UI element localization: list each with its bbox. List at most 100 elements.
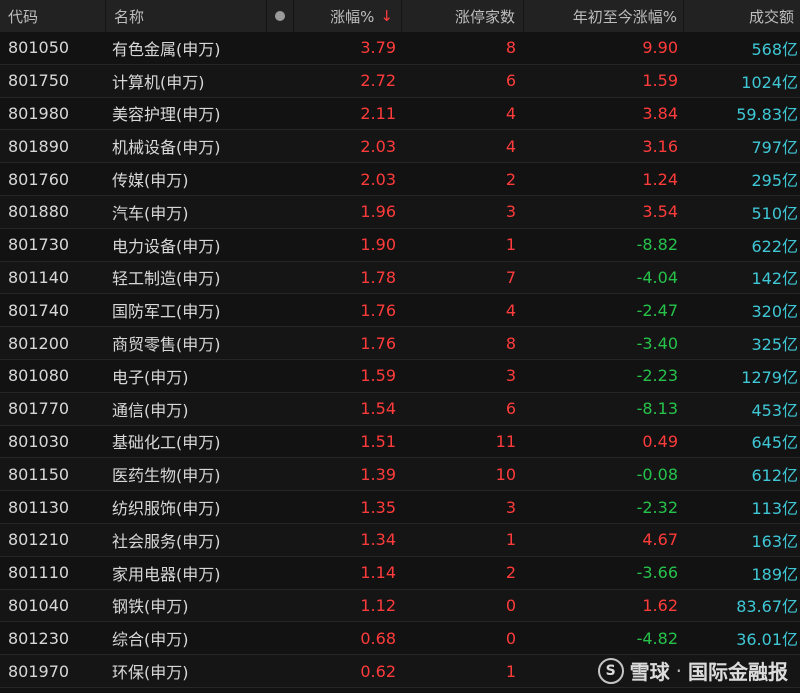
column-header-change[interactable]: 涨幅% ↓ <box>294 0 402 32</box>
cell-volume: 1024亿 <box>741 72 798 92</box>
cell-volume: 510亿 <box>751 203 798 223</box>
cell-volume: 83.67亿 <box>736 597 798 617</box>
cell-volume: 36.01亿 <box>736 630 798 650</box>
cell-volume: 163亿 <box>751 531 798 551</box>
cell-ytd: -2.47 <box>636 300 678 320</box>
cell-change: 1.54 <box>360 399 396 419</box>
cell-change: 0.68 <box>360 628 396 648</box>
table-row[interactable]: 801030 基础化工(申万) 1.51 11 0.49 645亿 <box>0 425 800 459</box>
table-row[interactable]: 801740 国防军工(申万) 1.76 4 -2.47 320亿 <box>0 294 800 328</box>
cell-volume: 325亿 <box>751 335 798 355</box>
table-row[interactable]: 801050 有色金属(申万) 3.79 8 9.90 568亿 <box>0 32 800 65</box>
column-header-name[interactable]: 名称 <box>106 0 267 32</box>
column-toggle[interactable] <box>267 0 294 32</box>
cell-code: 801770 <box>8 399 70 419</box>
cell-limit-up: 0 <box>505 595 516 615</box>
cell-ytd: 1.24 <box>642 169 678 189</box>
table-row[interactable]: 801210 社会服务(申万) 1.34 1 4.67 163亿 <box>0 523 800 557</box>
watermark-separator: · <box>675 658 682 683</box>
cell-change: 1.14 <box>360 563 396 583</box>
cell-volume: 568亿 <box>751 39 798 59</box>
cell-change: 1.39 <box>360 464 396 484</box>
cell-limit-up: 1 <box>505 235 516 255</box>
table-row[interactable]: 801110 家用电器(申万) 1.14 2 -3.66 189亿 <box>0 556 800 590</box>
table-row[interactable]: 801980 美容护理(申万) 2.11 4 3.84 59.83亿 <box>0 97 800 131</box>
cell-change: 1.51 <box>360 431 396 451</box>
cell-change: 1.12 <box>360 595 396 615</box>
table-row[interactable]: 801200 商贸零售(申万) 1.76 8 -3.40 325亿 <box>0 327 800 360</box>
cell-name: 环保(申万) <box>112 663 189 683</box>
cell-code: 801210 <box>8 530 70 550</box>
table-row[interactable]: 801730 电力设备(申万) 1.90 1 -8.82 622亿 <box>0 228 800 262</box>
cell-code: 801080 <box>8 366 70 386</box>
table-row[interactable]: 801080 电子(申万) 1.59 3 -2.23 1279亿 <box>0 359 800 393</box>
cell-name: 传媒(申万) <box>112 171 189 191</box>
cell-change: 1.76 <box>360 300 396 320</box>
table-row[interactable]: 801760 传媒(申万) 2.03 2 1.24 295亿 <box>0 163 800 196</box>
table-row[interactable]: 801770 通信(申万) 1.54 6 -8.13 453亿 <box>0 392 800 426</box>
cell-change: 3.79 <box>360 38 396 58</box>
table-row[interactable]: 801230 综合(申万) 0.68 0 -4.82 36.01亿 <box>0 622 800 656</box>
cell-ytd: -2.23 <box>636 366 678 386</box>
column-header-limit-up-label: 涨停家数 <box>454 7 515 26</box>
cell-name: 基础化工(申万) <box>112 433 221 453</box>
sort-desc-icon: ↓ <box>380 7 393 25</box>
cell-ytd: 0.49 <box>642 431 678 451</box>
cell-name: 电子(申万) <box>112 367 189 387</box>
cell-name: 汽车(申万) <box>112 203 189 223</box>
cell-limit-up: 4 <box>505 300 516 320</box>
cell-name: 纺织服饰(申万) <box>112 499 221 519</box>
cell-name: 综合(申万) <box>112 630 189 650</box>
cell-code: 801110 <box>8 563 70 583</box>
cell-name: 社会服务(申万) <box>112 531 221 551</box>
cell-ytd: 9.90 <box>642 38 678 58</box>
cell-limit-up: 11 <box>495 431 516 451</box>
cell-change: 1.78 <box>360 267 396 287</box>
cell-change: 2.03 <box>360 136 396 156</box>
table-row[interactable]: 801880 汽车(申万) 1.96 3 3.54 510亿 <box>0 195 800 229</box>
watermark: S 雪球 · 国际金融报 <box>597 656 788 685</box>
cell-change: 1.76 <box>360 333 396 353</box>
table-row[interactable]: 801040 钢铁(申万) 1.12 0 1.62 83.67亿 <box>0 589 800 623</box>
cell-volume: 453亿 <box>751 400 798 420</box>
table-row[interactable]: 801130 纺织服饰(申万) 1.35 3 -2.32 113亿 <box>0 491 800 524</box>
column-header-limit-up[interactable]: 涨停家数 <box>402 0 524 32</box>
cell-volume: 59.83亿 <box>736 105 798 125</box>
table-row[interactable]: 801750 计算机(申万) 2.72 6 1.59 1024亿 <box>0 64 800 98</box>
column-header-code[interactable]: 代码 <box>0 0 106 32</box>
cell-ytd: -8.82 <box>636 235 678 255</box>
cell-code: 801130 <box>8 497 70 517</box>
table-row[interactable]: 801150 医药生物(申万) 1.39 10 -0.08 612亿 <box>0 458 800 492</box>
column-header-change-label: 涨幅% <box>330 7 375 26</box>
column-header-volume[interactable]: 成交额 <box>684 0 800 32</box>
cell-code: 801230 <box>8 628 70 648</box>
column-header-volume-label: 成交额 <box>748 7 794 26</box>
cell-change: 1.96 <box>360 202 396 222</box>
cell-code: 801730 <box>8 235 70 255</box>
industry-table: 代码 名称 涨幅% ↓ 涨停家数 年初至今涨幅% 成交额 801050 有色金属(… <box>0 0 800 688</box>
cell-volume: 320亿 <box>751 302 798 322</box>
cell-limit-up: 4 <box>505 103 516 123</box>
column-header-ytd-label: 年初至今涨幅% <box>572 7 677 26</box>
cell-limit-up: 6 <box>505 399 516 419</box>
cell-change: 1.34 <box>360 530 396 550</box>
cell-change: 2.11 <box>360 103 396 123</box>
cell-ytd: 1.62 <box>642 595 678 615</box>
table-row[interactable]: 801890 机械设备(申万) 2.03 4 3.16 797亿 <box>0 130 800 164</box>
table-row[interactable]: 801140 轻工制造(申万) 1.78 7 -4.04 142亿 <box>0 261 800 295</box>
cell-name: 机械设备(申万) <box>112 138 221 158</box>
cell-limit-up: 2 <box>505 563 516 583</box>
cell-ytd: -4.82 <box>636 628 678 648</box>
cell-ytd: -8.13 <box>636 399 678 419</box>
cell-volume: 622亿 <box>751 236 798 256</box>
cell-limit-up: 2 <box>505 169 516 189</box>
cell-limit-up: 0 <box>505 628 516 648</box>
cell-ytd: -3.66 <box>636 563 678 583</box>
cell-limit-up: 10 <box>495 464 516 484</box>
cell-ytd: 3.54 <box>642 202 678 222</box>
cell-limit-up: 8 <box>505 333 516 353</box>
cell-code: 801980 <box>8 103 70 123</box>
column-header-ytd[interactable]: 年初至今涨幅% <box>524 0 684 32</box>
cell-volume: 113亿 <box>751 499 798 519</box>
cell-name: 通信(申万) <box>112 400 189 420</box>
